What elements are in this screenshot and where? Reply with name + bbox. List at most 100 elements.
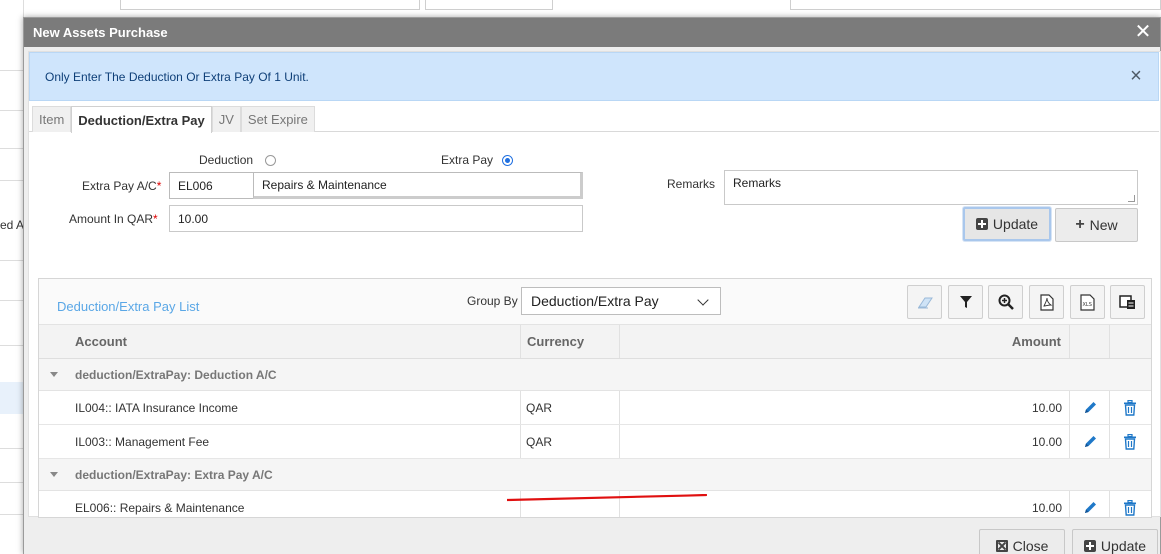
remarks-label: Remarks — [667, 177, 716, 191]
dialog-body: Only Enter The Deduction Or Extra Pay Of… — [28, 51, 1161, 518]
close-button[interactable]: Close — [979, 529, 1065, 554]
filter-button[interactable] — [948, 285, 983, 319]
group-by-label: Group By — [467, 294, 518, 308]
export-excel-button[interactable]: XLS — [1070, 285, 1105, 319]
account-cell: IL004:: IATA Insurance Income — [75, 400, 238, 415]
deduction-radio[interactable] — [265, 155, 276, 166]
amount-input[interactable]: 10.00 — [169, 205, 583, 232]
background-left-panel — [0, 0, 24, 554]
account-cell: EL006:: Repairs & Maintenance — [75, 500, 245, 515]
column-divider — [520, 391, 521, 424]
footer-update-button[interactable]: Update — [1072, 529, 1158, 554]
dialog-footer: Close Update — [24, 521, 1160, 554]
svg-text:XLS: XLS — [1083, 302, 1092, 308]
currency-cell: QAR — [526, 400, 553, 415]
update-button[interactable]: Update — [963, 207, 1051, 241]
grid-toolbar: Deduction/Extra Pay List Group By Deduct… — [39, 279, 1151, 325]
background-divider — [0, 448, 24, 449]
column-header-account[interactable]: Account — [75, 325, 127, 358]
update-button-label: Update — [992, 216, 1039, 232]
zoom-in-icon — [998, 294, 1014, 310]
account-code-field[interactable]: EL006 — [169, 172, 254, 199]
column-chooser-button[interactable] — [1110, 285, 1145, 319]
background-divider — [0, 300, 24, 301]
close-button-label: Close — [1012, 538, 1049, 554]
form-area: Deduction Extra Pay Extra Pay A/C* EL006… — [36, 137, 1154, 252]
plus-icon: + — [1075, 216, 1085, 233]
group-title: deduction/ExtraPay: Deduction A/C — [75, 367, 277, 382]
column-divider — [1109, 491, 1110, 517]
group-title: deduction/ExtraPay: Extra Pay A/C — [75, 467, 273, 482]
column-divider — [520, 325, 521, 358]
tab-jv[interactable]: JV — [211, 106, 241, 132]
remarks-textarea[interactable]: Remarks — [724, 170, 1138, 205]
new-assets-purchase-dialog: New Assets Purchase ✕ Only Enter The Ded… — [23, 17, 1161, 554]
dialog-title: New Assets Purchase — [33, 25, 168, 40]
deduction-radio-label: Deduction — [199, 153, 254, 167]
filter-icon — [959, 296, 972, 308]
close-box-icon — [995, 540, 1008, 552]
tab-deduction-extra-pay[interactable]: Deduction/Extra Pay — [71, 106, 212, 133]
column-divider — [619, 325, 620, 358]
column-header-amount[interactable]: Amount — [1012, 325, 1061, 358]
new-button[interactable]: + New — [1055, 208, 1138, 242]
tab-item[interactable]: Item — [32, 106, 72, 132]
dialog-header: New Assets Purchase ✕ — [24, 18, 1160, 47]
background-divider — [0, 260, 24, 261]
table-row[interactable]: IL004:: IATA Insurance Income QAR 10.00 — [39, 391, 1151, 425]
column-header-currency[interactable]: Currency — [527, 325, 584, 358]
account-name-field[interactable]: Repairs & Maintenance — [253, 172, 583, 199]
background-divider — [0, 482, 24, 483]
edit-icon[interactable] — [1083, 425, 1098, 458]
delete-icon[interactable] — [1123, 391, 1137, 424]
excel-icon: XLS — [1080, 293, 1095, 311]
extra-pay-radio[interactable] — [502, 155, 513, 166]
background-field — [425, 0, 553, 10]
group-row-extra-pay[interactable]: deduction/ExtraPay: Extra Pay A/C — [39, 459, 1151, 491]
extra-pay-account-label: Extra Pay A/C* — [82, 179, 162, 193]
column-divider — [1069, 391, 1070, 424]
plus-square-icon — [1083, 540, 1096, 552]
column-divider — [520, 425, 521, 458]
plus-square-icon — [975, 218, 988, 230]
resize-handle-icon[interactable] — [1128, 195, 1135, 202]
delete-icon[interactable] — [1123, 425, 1137, 458]
grid-header-row: Account Currency Amount — [39, 325, 1151, 359]
delete-icon[interactable] — [1123, 491, 1137, 517]
remarks-text: Remarks — [733, 176, 782, 190]
tab-set-expire[interactable]: Set Expire — [240, 106, 315, 132]
alert-close-icon[interactable]: × — [1128, 66, 1144, 86]
close-icon[interactable]: ✕ — [1134, 22, 1152, 42]
column-divider — [619, 425, 620, 458]
column-divider — [1069, 425, 1070, 458]
group-by-select[interactable]: Deduction/Extra Pay — [521, 287, 721, 315]
amount-cell: 10.00 — [1031, 434, 1062, 449]
clear-filter-button[interactable] — [907, 285, 942, 319]
group-row-deduction[interactable]: deduction/ExtraPay: Deduction A/C — [39, 359, 1151, 391]
pdf-icon — [1039, 293, 1054, 311]
export-pdf-button[interactable] — [1029, 285, 1064, 319]
background-divider — [0, 70, 24, 71]
column-divider — [1109, 391, 1110, 424]
account-cell: IL003:: Management Fee — [75, 434, 210, 449]
edit-icon[interactable] — [1083, 491, 1098, 517]
search-button[interactable] — [988, 285, 1023, 319]
extra-pay-radio-label: Extra Pay — [441, 153, 494, 167]
deduction-form: Deduction Extra Pay Extra Pay A/C* EL006… — [36, 137, 1154, 270]
background-divider — [0, 514, 24, 515]
column-chooser-icon — [1119, 294, 1135, 309]
background-divider — [0, 110, 24, 111]
caret-down-icon[interactable] — [50, 472, 58, 477]
column-divider — [1109, 425, 1110, 458]
new-button-label: New — [1089, 217, 1118, 233]
group-by-value: Deduction/Extra Pay — [531, 293, 659, 309]
edit-icon[interactable] — [1083, 391, 1098, 424]
table-row[interactable]: IL003:: Management Fee QAR 10.00 — [39, 425, 1151, 459]
caret-down-icon[interactable] — [50, 372, 58, 377]
tab-bar: Item Deduction/Extra Pay JV Set Expire — [29, 106, 1159, 133]
amount-cell: 10.00 — [1031, 400, 1062, 415]
deduction-extra-pay-grid: Deduction/Extra Pay List Group By Deduct… — [38, 278, 1152, 518]
background-divider — [0, 148, 24, 149]
background-field — [790, 0, 1161, 10]
chevron-down-icon — [697, 294, 709, 306]
